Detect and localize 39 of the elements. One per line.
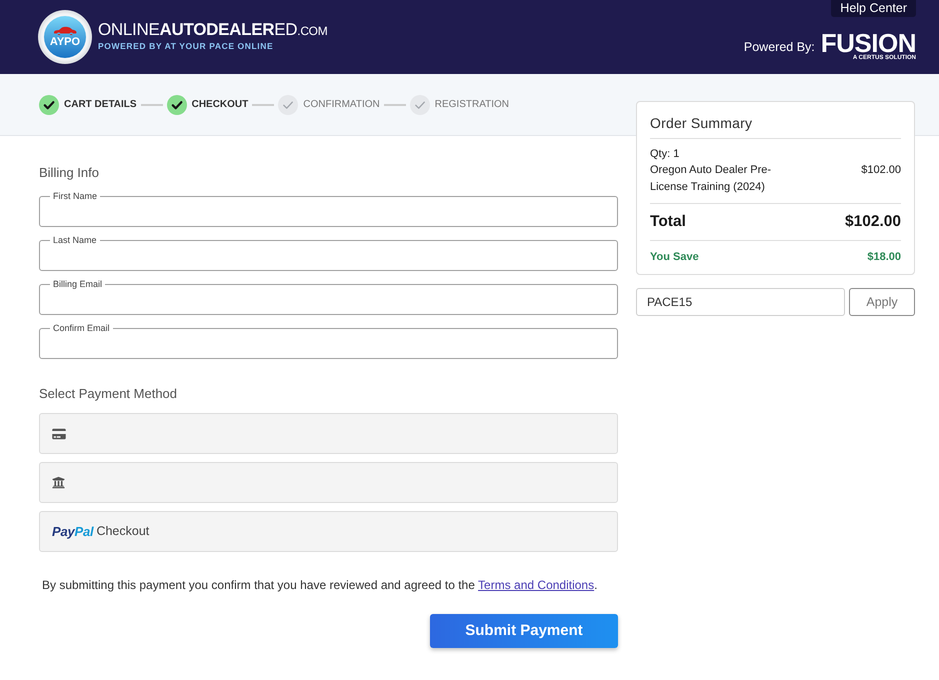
badge-text: AYPO	[50, 36, 80, 48]
step-label: CHECKOUT	[192, 98, 248, 112]
site-name: ONLINEAUTODEALERED.COM	[98, 20, 328, 40]
summary-title: Order Summary	[650, 114, 754, 132]
step-label: CONFIRMATION	[303, 98, 380, 112]
text-field[interactable]: Billing Email	[39, 278, 618, 315]
fusion-logo: FUSION	[820, 31, 916, 55]
car-icon	[53, 26, 77, 35]
item-price: $102.00	[861, 163, 901, 178]
site-tagline: POWERED BY AT YOUR PACE ONLINE	[98, 40, 274, 50]
item-quantity: Qty: 1	[650, 147, 680, 161]
payment-option[interactable]: PayPal Checkout	[39, 511, 618, 552]
text-field[interactable]: Last Name	[39, 234, 618, 271]
savings-label: You Save	[650, 250, 699, 266]
text-field[interactable]: First Name	[39, 190, 618, 227]
submit-payment-button[interactable]: Submit Payment	[430, 614, 618, 648]
section-title: Billing Info	[39, 164, 100, 182]
terms-link[interactable]: Terms and Conditions	[478, 578, 594, 592]
step-connector	[384, 104, 406, 106]
section-title: Select Payment Method	[39, 385, 178, 403]
step-connector	[252, 104, 274, 106]
savings-value: $18.00	[867, 250, 901, 266]
credit-card-icon	[52, 428, 66, 440]
item-name: Oregon Auto Dealer Pre-License Training (2024)	[650, 163, 772, 195]
paypal-logo: PayPal	[52, 522, 94, 541]
help-center-link[interactable]: Help Center	[831, 0, 916, 17]
payment-option[interactable]	[39, 462, 618, 503]
step-label: REGISTRATION	[434, 98, 510, 112]
step-label: CART DETAILS	[64, 98, 137, 112]
payment-option[interactable]	[39, 413, 618, 454]
terms-text: By submitting this payment you confirm that you have reviewed and agreed to the Terms and Conditions.	[41, 577, 598, 593]
text-field[interactable]: Confirm Email	[39, 322, 618, 359]
bank-icon	[52, 476, 65, 489]
total-label: Total	[650, 212, 686, 232]
apply-button[interactable]: Apply	[849, 288, 915, 316]
coupon-field[interactable]: PACE15	[636, 288, 845, 316]
powered-by-label: Powered By:	[744, 39, 815, 56]
step-connector	[140, 104, 163, 106]
total-value: $102.00	[844, 212, 901, 232]
